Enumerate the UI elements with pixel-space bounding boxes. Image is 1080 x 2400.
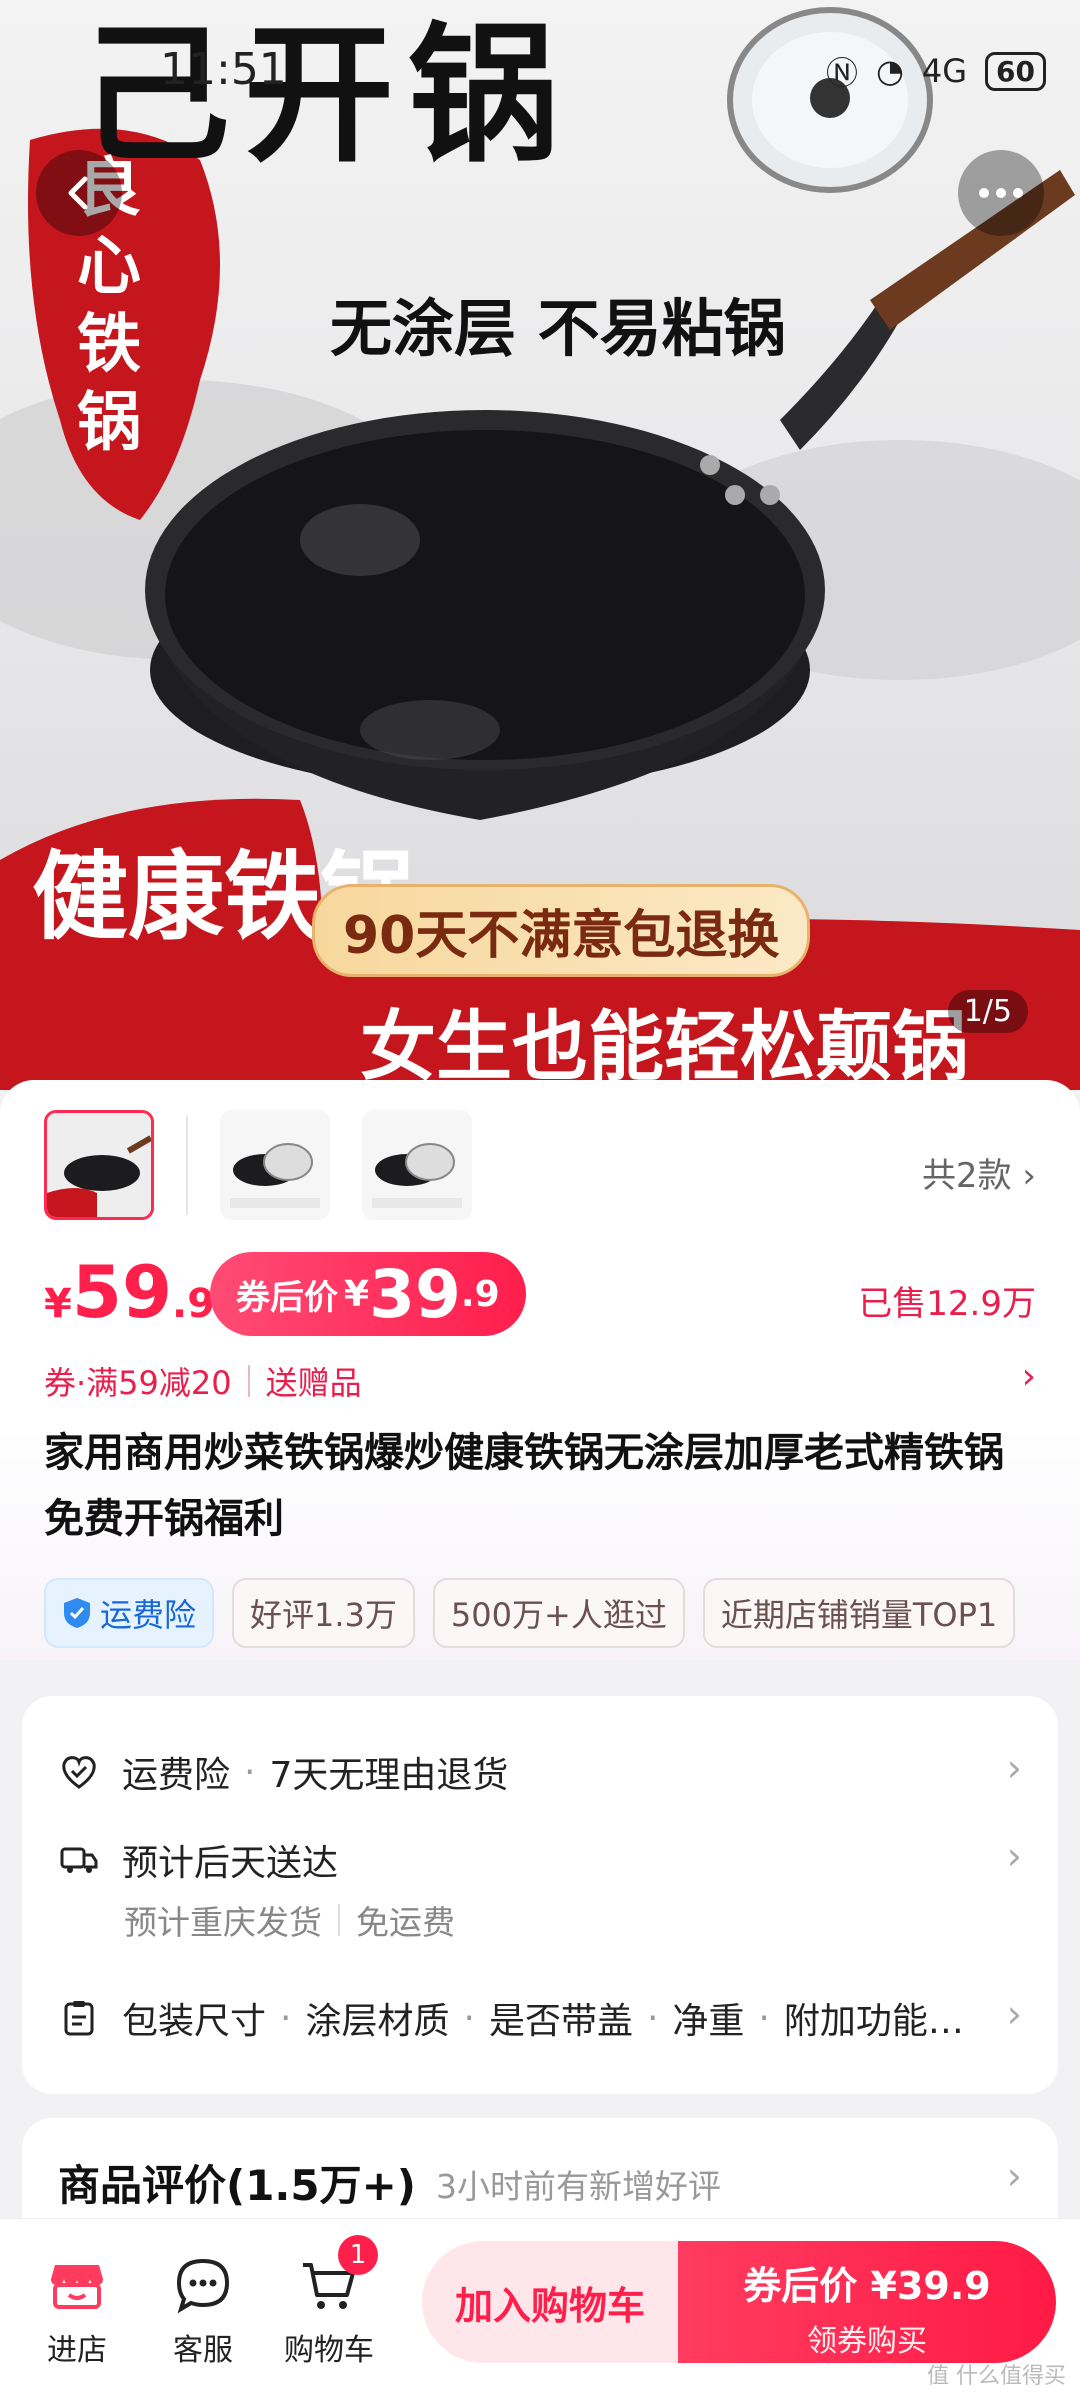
spec-item: 净重 [672,2001,745,2042]
variant-thumb[interactable] [220,1110,330,1220]
store-icon [51,2265,103,2309]
hero-slogan: 女生也能轻松颠锅 [360,1002,968,1090]
variant-thumb[interactable] [362,1110,472,1220]
price-integer: 59 [71,1250,173,1334]
insurance-label: 运费险 [122,1755,231,1796]
chevron-right-icon[interactable]: › [1007,2154,1022,2198]
separator-dot: · [280,1997,292,2039]
buy-with-coupon-button[interactable]: 券后价 ¥39.9 领券购买 [678,2241,1056,2363]
variant-selector [44,1110,472,1220]
chevron-right-icon[interactable]: › [1022,1356,1036,1397]
tag-store-ranking[interactable]: 近期店铺销量TOP1 [702,1578,1016,1648]
tag-freight-insurance[interactable]: 运费险 [44,1578,215,1648]
more-button[interactable] [958,150,1044,236]
status-time: 11:51 [160,44,287,95]
more-dots-icon [979,188,1023,198]
chevron-right-icon[interactable]: › [1007,1746,1022,1790]
tag-label: 好评1.3万 [250,1596,397,1634]
gift-promo: 送赠品 [265,1364,362,1402]
heart-shield-icon [62,1756,96,1789]
product-image-carousel[interactable]: 己开锅 良心铁锅 无涂层 不易粘锅 健康铁锅 90天不满意包退换 女生也能轻松颠… [0,0,1080,1090]
tag-label: 近期店铺销量TOP1 [720,1596,998,1634]
tag-label: 500万+人逛过 [450,1596,667,1634]
customer-service-label: 客服 [173,2333,233,2368]
currency-symbol: ¥ [44,1281,72,1327]
back-button[interactable] [36,150,122,236]
delivery-label: 预计后天送达 [122,1843,339,1884]
shipping-details: 预计重庆发货 免运费 [124,1896,455,1944]
return-policy-label: 7天无理由退货 [269,1755,509,1796]
spec-item: 附加功能… [783,2001,964,2042]
shipping-divider [338,1904,340,1936]
variant-count-link[interactable]: 共2款 › [922,1148,1036,1197]
add-to-cart-button[interactable]: 加入购物车 [422,2241,678,2363]
image-counter: 1/5 [947,990,1028,1033]
watermark: 值 什么值得买 [927,2364,1066,2389]
bottom-action-bar: 进店 客服 购物车 1 加入购物车 券后价 ¥39.9 领券购买 值 什么值得买 [0,2218,1080,2400]
wifi-icon: ◔ [875,52,904,90]
chevron-right-icon: › [1022,1156,1036,1196]
chevron-right-icon[interactable]: › [1007,1992,1022,2036]
chevron-left-icon [68,176,88,210]
buy-price-label: 券后价 ¥39.9 [743,2264,991,2308]
variant-thumb[interactable] [44,1110,154,1220]
tag-visitors[interactable]: 500万+人逛过 [432,1578,685,1648]
review-title: 商品评价(1.5万+) [58,2161,416,2210]
chat-bubble-icon [176,2258,230,2314]
tag-label: 运费险 [100,1596,197,1634]
battery-icon: 60 [985,51,1046,91]
variant-divider [186,1115,188,1215]
coupon-price-badge: 券后价 ¥ 39 .9 [210,1252,526,1336]
original-price: ¥ 59 .9 [44,1250,215,1334]
variant-count-label: 共2款 [921,1156,1012,1196]
customer-service-button[interactable]: 客服 [148,2255,258,2369]
service-row-insurance[interactable]: 运费险 · 7天无理由退货 [58,1746,508,1798]
product-title: 家用商用炒菜铁锅爆炒健康铁锅无涂层加厚老式精铁锅免费开锅福利 [44,1430,1004,1542]
cart-count-badge: 1 [338,2235,378,2275]
wok-with-lid-thumbnail-icon [362,1110,472,1220]
review-subtitle: 3小时前有新增好评 [436,2167,721,2206]
ship-from-label: 预计重庆发货 [124,1903,322,1942]
hero-tagline: 无涂层 不易粘锅 [330,292,786,365]
nfc-icon: Ⓝ [825,54,858,92]
spec-item: 是否带盖 [488,2001,633,2042]
coupon-price-label: 券后价 [236,1277,338,1318]
separator-dot: · [244,1751,256,1793]
shield-check-icon [64,1598,90,1628]
separator-dot: · [758,1997,770,2039]
store-label: 进店 [47,2333,107,2368]
wok-thumbnail-icon [47,1113,151,1217]
wok-with-lid-thumbnail-icon [220,1110,330,1220]
coupon-promo: 券·满59减20 [44,1364,232,1402]
sold-count: 已售12.9万 [858,1284,1036,1324]
product-info-card: 共2款 › ¥ 59 .9 券后价 ¥ 39 .9 已售12.9万 券·满59减… [0,1080,1080,1660]
spec-item: 涂层材质 [305,2001,450,2042]
service-row-delivery[interactable]: 预计后天送达 [58,1834,338,1886]
promotion-line[interactable]: 券·满59减20 送赠品 [44,1358,362,1404]
price-decimal: .9 [172,1281,216,1327]
product-tags: 运费险 好评1.3万 500万+人逛过 近期店铺销量TOP1 [44,1578,1016,1648]
delivery-truck-icon [60,1847,98,1873]
separator-dot: · [646,1997,659,2039]
clipboard-icon [64,2001,94,2036]
hero-promo-strip: 90天不满意包退换 [312,884,811,977]
coupon-price-decimal: .9 [460,1273,500,1315]
service-row-specs[interactable]: 包装尺寸 · 涂层材质 · 是否带盖 · 净重 · 附加功能… [58,1992,964,2044]
store-button[interactable]: 进店 [22,2255,132,2369]
coupon-price-integer: 39 [369,1255,461,1333]
separator-dot: · [463,1997,475,2039]
status-icons: Ⓝ ◔ 4G 60 [826,48,1046,94]
chevron-right-icon[interactable]: › [1007,1834,1022,1878]
currency-symbol: ¥ [344,1273,370,1315]
spec-item: 包装尺寸 [122,2001,267,2042]
service-card: 运费险 · 7天无理由退货 › 预计后天送达 › 预计重庆发货 免运费 包装尺寸… [22,1696,1058,2094]
network-label: 4G [921,52,968,90]
promo-divider [247,1365,250,1397]
cart-label: 购物车 [284,2333,374,2368]
tag-good-reviews[interactable]: 好评1.3万 [232,1578,415,1648]
shipping-fee-label: 免运费 [356,1903,455,1942]
buy-action-label: 领券购买 [807,2324,927,2359]
